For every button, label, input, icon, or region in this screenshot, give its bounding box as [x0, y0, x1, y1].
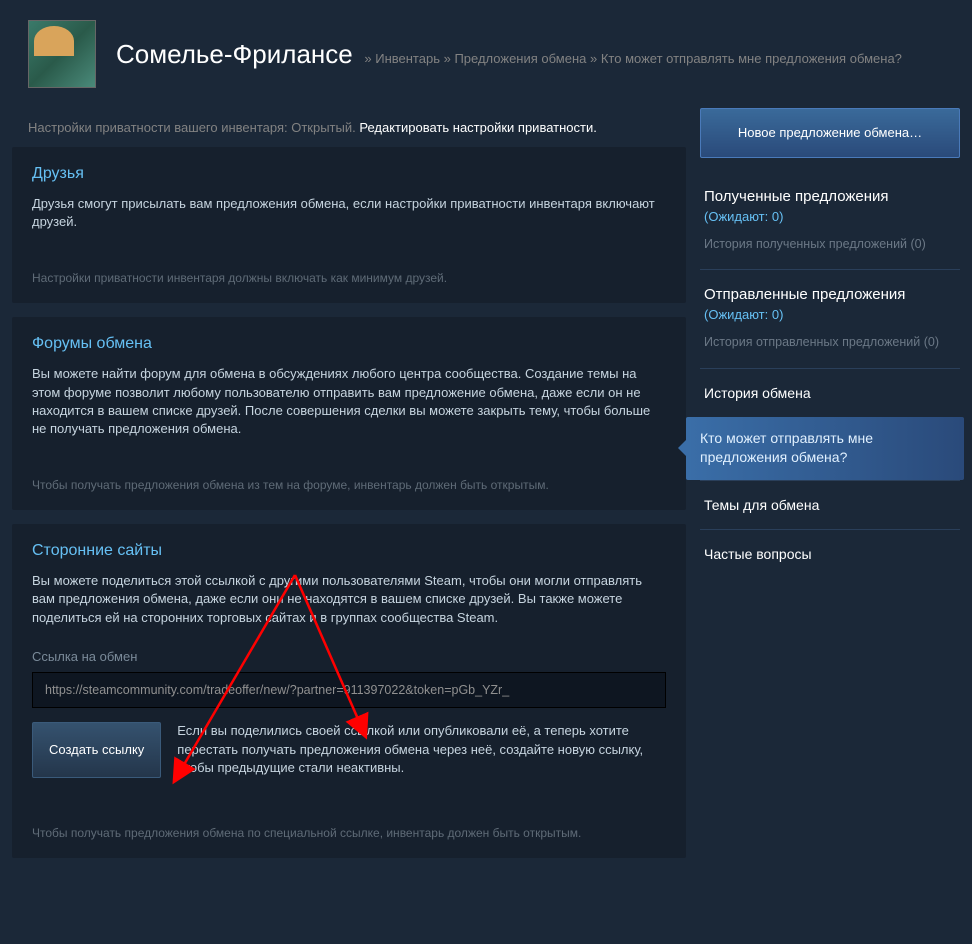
sidebar-link-who-active[interactable]: Кто может отправлять мне предложения обм… — [686, 417, 964, 480]
breadcrumb: » Инвентарь » Предложения обмена » Кто м… — [364, 51, 902, 66]
card-friends-title: Друзья — [32, 165, 666, 183]
sent-offers-block: Отправленные предложения (Ожидают: 0) Ис… — [700, 269, 960, 368]
incoming-pending[interactable]: (Ожидают: 0) — [704, 209, 956, 224]
sidebar-link-faq[interactable]: Частые вопросы — [700, 529, 960, 578]
avatar[interactable] — [28, 20, 96, 88]
crumb-trade-offers[interactable]: Предложения обмена — [454, 51, 586, 66]
create-link-button[interactable]: Создать ссылку — [32, 722, 161, 779]
sent-title[interactable]: Отправленные предложения — [704, 286, 956, 303]
card-forums-title: Форумы обмена — [32, 335, 666, 353]
edit-privacy-link[interactable]: Редактировать настройки приватности. — [359, 120, 597, 135]
card-forums-body: Вы можете найти форум для обмена в обсуж… — [32, 365, 666, 438]
sidebar-link-history[interactable]: История обмена — [700, 368, 960, 417]
card-thirdparty-hint: Чтобы получать предложения обмена по спе… — [32, 808, 666, 840]
card-forums-hint: Чтобы получать предложения обмена из тем… — [32, 460, 666, 492]
create-link-note: Если вы поделились своей ссылкой или опу… — [177, 722, 666, 779]
profile-header: Сомелье-Фрилансе » Инвентарь » Предложен… — [0, 0, 972, 108]
card-thirdparty-body: Вы можете поделиться этой ссылкой с друг… — [32, 572, 666, 627]
sent-pending[interactable]: (Ожидают: 0) — [704, 307, 956, 322]
username[interactable]: Сомелье-Фрилансе — [116, 39, 353, 69]
trade-url-input[interactable] — [32, 672, 666, 708]
card-forums: Форумы обмена Вы можете найти форум для … — [12, 317, 686, 510]
privacy-text: Настройки приватности вашего инвентаря: … — [28, 120, 356, 135]
incoming-title[interactable]: Полученные предложения — [704, 188, 956, 205]
new-trade-offer-button[interactable]: Новое предложение обмена… — [700, 108, 960, 158]
trade-url-label: Ссылка на обмен — [32, 649, 666, 664]
incoming-offers-block: Полученные предложения (Ожидают: 0) Исто… — [700, 168, 960, 270]
card-friends-hint: Настройки приватности инвентаря должны в… — [32, 253, 666, 285]
crumb-inventory[interactable]: Инвентарь — [375, 51, 440, 66]
sent-history[interactable]: История отправленных предложений (0) — [704, 334, 956, 352]
card-thirdparty: Сторонние сайты Вы можете поделиться это… — [12, 524, 686, 858]
card-friends: Друзья Друзья смогут присылать вам предл… — [12, 147, 686, 303]
crumb-current[interactable]: Кто может отправлять мне предложения обм… — [601, 51, 902, 66]
incoming-history[interactable]: История полученных предложений (0) — [704, 236, 956, 254]
card-friends-body: Друзья смогут присылать вам предложения … — [32, 195, 666, 231]
sidebar-link-topics[interactable]: Темы для обмена — [700, 480, 960, 529]
privacy-notice: Настройки приватности вашего инвентаря: … — [12, 108, 686, 147]
card-thirdparty-title: Сторонние сайты — [32, 542, 666, 560]
